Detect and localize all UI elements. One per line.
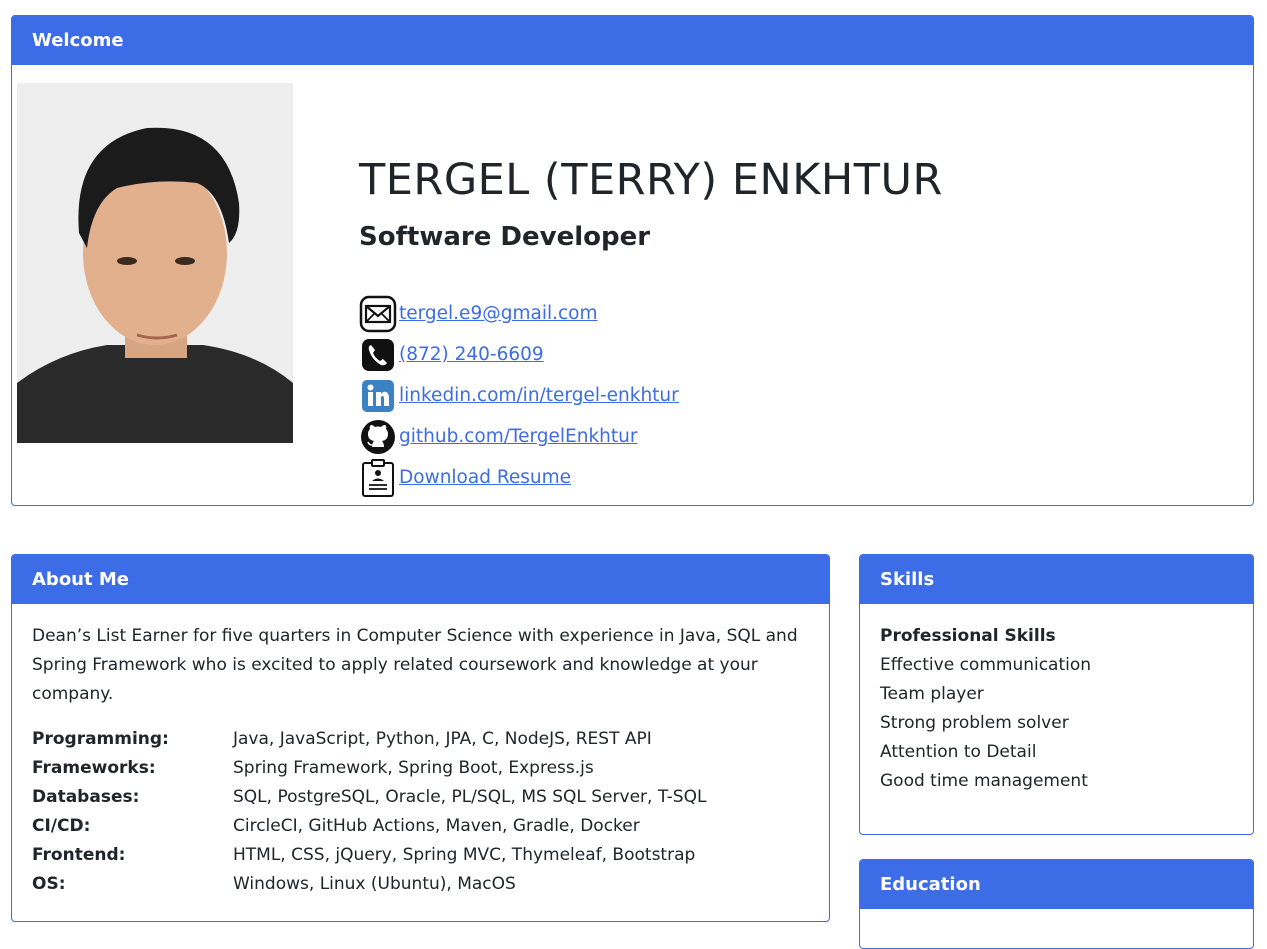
table-row: Databases: SQL, PostgreSQL, Oracle, PL/S… (32, 783, 706, 812)
table-row: Frameworks: Spring Framework, Spring Boo… (32, 754, 706, 783)
github-icon (361, 419, 395, 454)
contact-list: tergel.e9@gmail.com (872) 240-6609 linke… (359, 293, 679, 498)
row-value: Java, JavaScript, Python, JPA, C, NodeJS… (233, 729, 652, 749)
profile-role: Software Developer (359, 222, 651, 252)
about-header: About Me (12, 555, 829, 604)
linkedin-link[interactable]: linkedin.com/in/tergel-enkhtur (399, 385, 679, 406)
education-card: Education (859, 859, 1254, 949)
table-row: Programming: Java, JavaScript, Python, J… (32, 725, 706, 754)
row-value: CircleCI, GitHub Actions, Maven, Gradle,… (233, 816, 640, 836)
contact-github: github.com/TergelEnkhtur (359, 416, 679, 457)
email-icon (359, 295, 397, 332)
row-value: Spring Framework, Spring Boot, Express.j… (233, 758, 594, 778)
list-item: Effective communication (880, 655, 1092, 675)
list-item: Strong problem solver (880, 713, 1069, 733)
resume-icon (362, 458, 394, 497)
row-key: Programming: (32, 729, 169, 749)
row-key: Frontend: (32, 845, 126, 865)
list-item: Good time management (880, 771, 1088, 791)
education-header: Education (860, 860, 1253, 909)
contact-linkedin: linkedin.com/in/tergel-enkhtur (359, 375, 679, 416)
linkedin-icon (362, 379, 394, 412)
welcome-header: Welcome (12, 16, 1253, 65)
tech-skills-table: Programming: Java, JavaScript, Python, J… (32, 725, 706, 899)
about-text: Dean’s List Earner for five quarters in … (32, 626, 798, 704)
row-value: Windows, Linux (Ubuntu), MacOS (233, 874, 516, 894)
row-key: CI/CD: (32, 816, 91, 836)
phone-link[interactable]: (872) 240-6609 (399, 344, 544, 365)
list-item: Attention to Detail (880, 742, 1037, 762)
about-card: About Me Dean’s List Earner for five qua… (11, 554, 830, 922)
row-key: Frameworks: (32, 758, 156, 778)
row-value: HTML, CSS, jQuery, Spring MVC, Thymeleaf… (233, 845, 696, 865)
skills-title: Professional Skills (880, 626, 1056, 646)
row-key: OS: (32, 874, 66, 894)
email-link[interactable]: tergel.e9@gmail.com (399, 303, 598, 324)
welcome-card: Welcome TERGEL (TERRY) ENKHTUR Software … (11, 15, 1254, 506)
profile-name: TERGEL (TERRY) ENKHTUR (359, 155, 943, 205)
contact-resume: Download Resume (359, 457, 679, 498)
table-row: Frontend: HTML, CSS, jQuery, Spring MVC,… (32, 841, 706, 870)
phone-icon (362, 338, 394, 371)
table-row: CI/CD: CircleCI, GitHub Actions, Maven, … (32, 812, 706, 841)
row-key: Databases: (32, 787, 140, 807)
skills-header: Skills (860, 555, 1253, 604)
list-item: Team player (880, 684, 984, 704)
row-value: SQL, PostgreSQL, Oracle, PL/SQL, MS SQL … (233, 787, 707, 807)
profile-photo (17, 83, 293, 443)
github-link[interactable]: github.com/TergelEnkhtur (399, 426, 637, 447)
resume-download-link[interactable]: Download Resume (399, 467, 571, 488)
contact-phone: (872) 240-6609 (359, 334, 679, 375)
contact-email: tergel.e9@gmail.com (359, 293, 679, 334)
skills-card: Skills Professional Skills Effective com… (859, 554, 1254, 835)
table-row: OS: Windows, Linux (Ubuntu), MacOS (32, 870, 706, 899)
